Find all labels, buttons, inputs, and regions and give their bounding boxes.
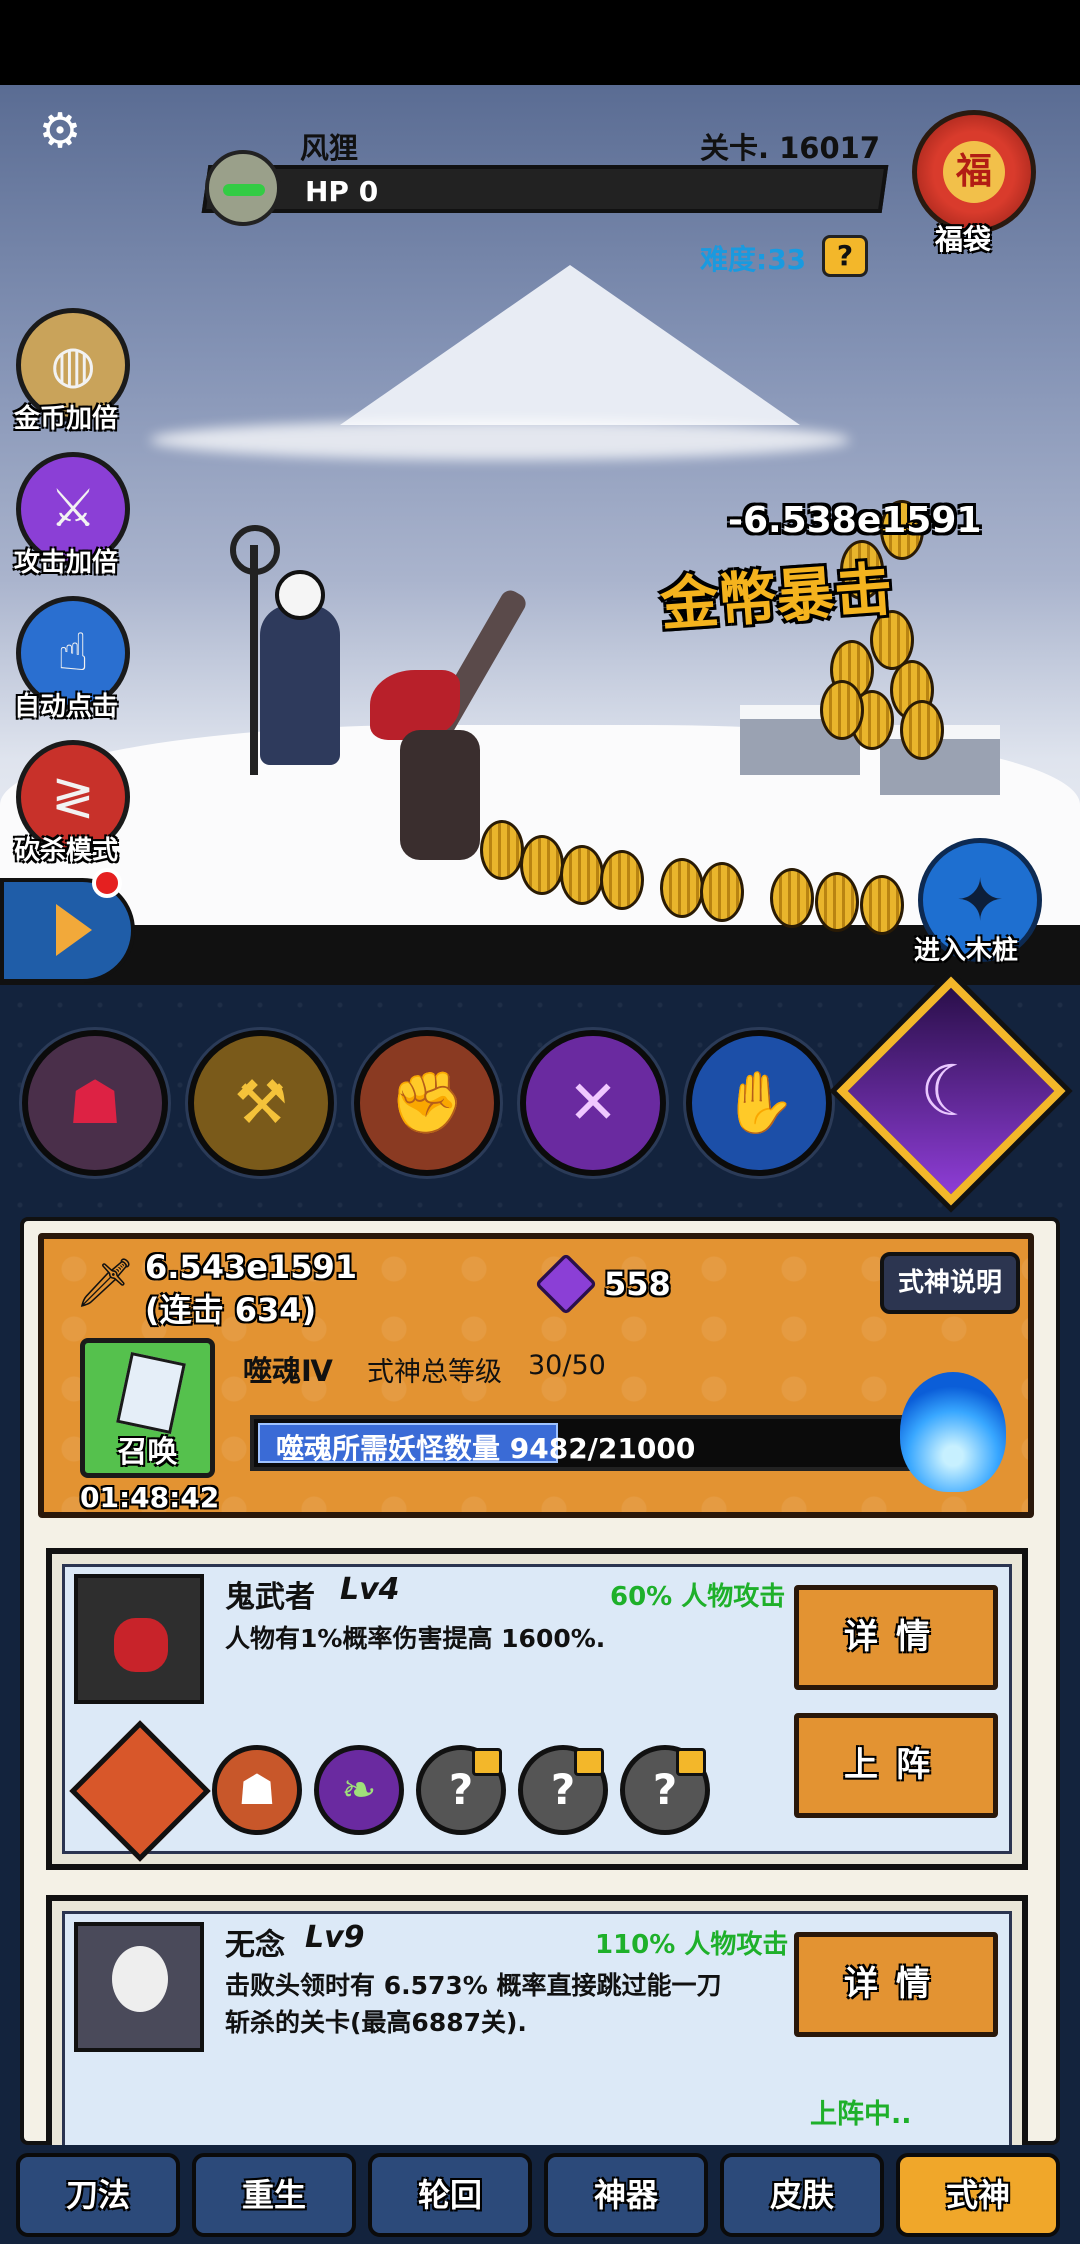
wunian-portrait [74, 1922, 204, 2052]
purple-claw-icon: ☾ [919, 1050, 983, 1132]
tab-reincarnation[interactable]: 轮回 [368, 2153, 532, 2237]
shikigami-level: Lv9 [305, 1920, 365, 1955]
devour-progress-text: 噬魂所需妖怪数量 9482/21000 [276, 1432, 696, 1465]
boss-hp-text: HP 0 [305, 175, 379, 208]
lucky-bag-button[interactable]: 福 [912, 110, 1036, 234]
purple-slash-icon: ✕ [567, 1068, 619, 1138]
red-oni-icon: ☗ [238, 1765, 276, 1814]
damage-number: -6.538e1591 [728, 500, 982, 541]
shikigami-info-button[interactable]: 式神说明 [880, 1252, 1020, 1314]
deploy-button[interactable]: 上阵 [794, 1713, 998, 1818]
shikigami-description: 人物有1%概率伤害提高 1600%. [225, 1624, 606, 1653]
total-level-label: 式神总等级 [367, 1357, 502, 1388]
skill-slot-4[interactable]: ✕ [520, 1030, 666, 1176]
skill-slot-3[interactable]: ✊ [354, 1030, 500, 1176]
boss-portrait-icon [205, 150, 281, 226]
shikigami-bonus: 110% 人物攻击 [595, 1930, 789, 1960]
game-screen: ⚙ 风狸 HP 0 关卡. 16017 难度:33 ? 福 福袋 ◍ 金币加倍 … [0, 0, 1080, 2244]
slash-mode-label: 砍杀模式 [14, 836, 119, 866]
skill-slot-1[interactable]: ☗ [22, 1030, 168, 1176]
boss-name: 风狸 [300, 131, 359, 165]
skill-slot-5[interactable]: ✋ [686, 1030, 832, 1176]
lucky-bag-label: 福袋 [935, 223, 992, 256]
shikigami-bonus: 60% 人物攻击 [610, 1582, 786, 1612]
shikigami-name: 无念 [225, 1928, 285, 1963]
gem-count: 558 [604, 1265, 671, 1303]
tab-sword-skills[interactable]: 刀法 [16, 2153, 180, 2237]
devour-progress-bar: 噬魂所需妖怪数量 9482/21000 [250, 1415, 930, 1471]
fist-icon: ✊ [389, 1068, 465, 1138]
coin-crit-text: 金幣暴击 [658, 554, 895, 639]
shikigami-description-line-1: 击败头领时有 6.573% 概率直接跳过能一刀 [225, 1971, 722, 2000]
shikigami-level: Lv4 [340, 1572, 400, 1607]
stage-number: 关卡. 16017 [700, 131, 881, 165]
notification-dot [92, 868, 122, 898]
difficulty-help-button[interactable]: ? [822, 235, 868, 277]
lock-icon [676, 1748, 706, 1776]
jade-item-slot[interactable]: ❧ [314, 1745, 404, 1835]
bandaged-arm-icon: ✋ [721, 1068, 797, 1138]
summon-button[interactable]: 召唤 [80, 1338, 215, 1478]
detail-button[interactable]: 详情 [794, 1932, 998, 2037]
total-level-value: 30/50 [528, 1350, 606, 1381]
settings-gear-icon[interactable]: ⚙ [34, 105, 86, 157]
oni-warrior-portrait [74, 1574, 204, 1704]
golden-hammer-icon: ⚒ [234, 1068, 288, 1138]
ally-monk-character [230, 525, 340, 785]
attack-double-label: 攻击加倍 [14, 548, 119, 578]
gold-double-label: 金币加倍 [14, 404, 119, 434]
fortune-bag-icon: 福 [943, 141, 1005, 203]
sword-icon: 🗡 [75, 1255, 136, 1311]
arrow-right-icon [56, 904, 92, 956]
summon-timer: 01:48:42 [80, 1481, 220, 1514]
cloud-backdrop [150, 420, 850, 460]
combo-count: (连击 634) [145, 1291, 317, 1329]
summon-card-icon [116, 1351, 186, 1435]
red-oni-item-slot[interactable]: ☗ [212, 1745, 302, 1835]
beast-head-icon: ☗ [68, 1068, 122, 1138]
tab-rebirth[interactable]: 重生 [192, 2153, 356, 2237]
mountain-backdrop [340, 265, 800, 425]
summon-label: 召唤 [117, 1435, 178, 1470]
tab-shikigami[interactable]: 式神 [896, 2153, 1060, 2237]
lock-icon [574, 1748, 604, 1776]
lock-icon [472, 1748, 502, 1776]
attack-value: 6.543e1591 [145, 1248, 357, 1286]
shikigami-name: 鬼武者 [225, 1580, 315, 1615]
tab-artifacts[interactable]: 神器 [544, 2153, 708, 2237]
detail-button[interactable]: 详情 [794, 1585, 998, 1690]
blue-flame-icon [900, 1372, 1006, 1492]
skill-slot-2[interactable]: ⚒ [188, 1030, 334, 1176]
shikigami-description-line-2: 斩杀的关卡(最高6887关). [225, 2008, 527, 2037]
status-bar [0, 0, 1080, 85]
difficulty-label: 难度:33 [700, 243, 807, 276]
tab-skins[interactable]: 皮肤 [720, 2153, 884, 2237]
deployed-status: 上阵中.. [810, 2099, 912, 2130]
jade-leaf-icon: ❧ [341, 1765, 377, 1814]
training-stake-label: 进入木桩 [914, 936, 1019, 966]
devour-level: 噬魂Ⅳ [243, 1354, 333, 1388]
auto-click-label: 自动点击 [14, 692, 119, 722]
